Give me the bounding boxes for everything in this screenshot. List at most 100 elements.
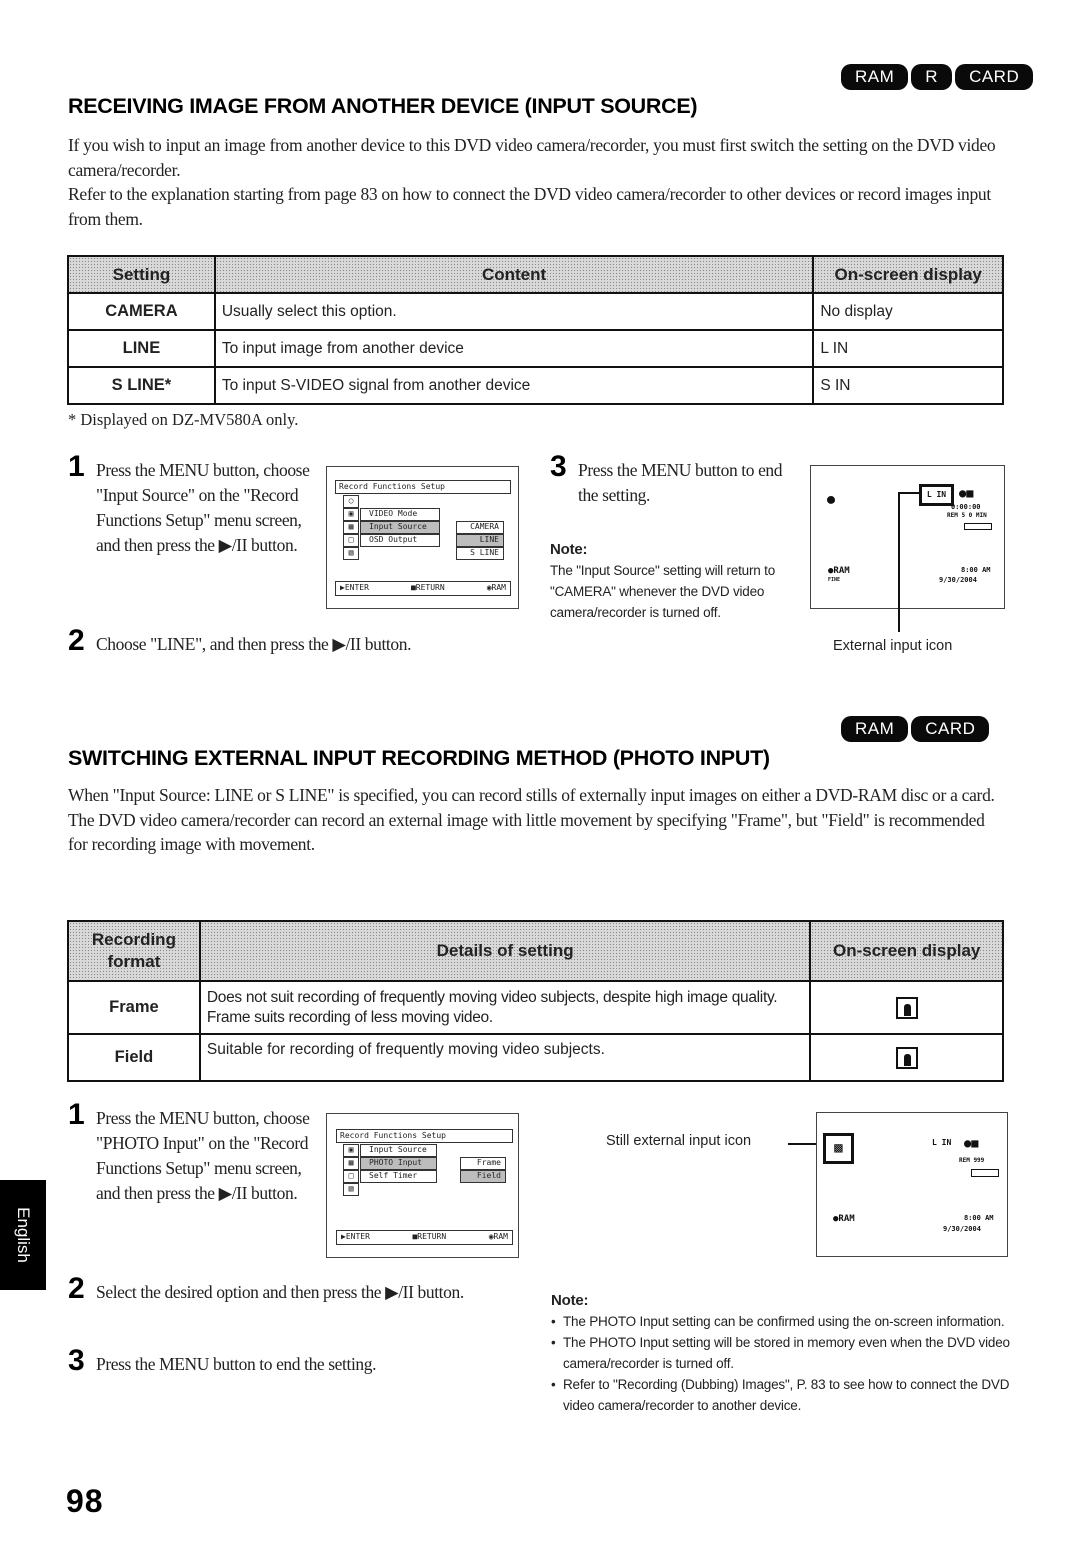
- disc-menu-icon: ▦: [343, 521, 359, 534]
- menu-item: Self Timer: [360, 1170, 437, 1183]
- badge-ram: RAM: [841, 64, 909, 90]
- display-menu-icon: □: [343, 534, 359, 547]
- menu-option: Frame: [460, 1157, 506, 1170]
- menu-footer: ▶ENTER ■RETURN ◉RAM: [335, 581, 511, 596]
- content-cell: To input S-VIDEO signal from another dev…: [213, 366, 815, 405]
- header-display: On-screen display: [809, 920, 1004, 982]
- step-text: Press the MENU button, choose "PHOTO Inp…: [96, 1108, 310, 1203]
- input-source-table: Setting Content On-screen display CAMERA…: [67, 255, 1004, 405]
- clock-date: 9/30/2004: [939, 576, 977, 584]
- counter: 0:00:00: [951, 503, 981, 511]
- header-details: Details of setting: [198, 920, 812, 982]
- return-label: ■RETURN: [410, 583, 445, 592]
- step-number: 3: [68, 1344, 85, 1377]
- return-label: ■RETURN: [412, 1232, 447, 1241]
- menu-title: Record Functions Setup: [336, 1129, 513, 1143]
- display-cell: [809, 980, 1004, 1035]
- header-setting: Setting: [67, 255, 216, 294]
- table-header-row: Recording format Details of setting On-s…: [67, 920, 1004, 982]
- disc-type: ● RAM: [828, 566, 850, 576]
- callout-line: [898, 492, 920, 494]
- battery-icon: [971, 1169, 999, 1177]
- disc-menu-icon: ▦: [343, 1157, 359, 1170]
- display-menu-icon: □: [343, 1170, 359, 1183]
- display-cell: L IN: [812, 329, 1004, 368]
- menu-footer: ▶ENTER ■RETURN ◉RAM: [336, 1230, 513, 1245]
- page-number: 98: [66, 1483, 104, 1519]
- format-cell: Field: [67, 1033, 201, 1082]
- language-label: English: [14, 1207, 33, 1263]
- callout-still-external-input: Still external input icon: [606, 1133, 752, 1149]
- setup-menu-icon: ▧: [343, 547, 359, 560]
- battery-icon: [964, 523, 992, 530]
- step-number: 3: [550, 450, 567, 483]
- clock-time: 8:00 AM: [964, 1214, 994, 1222]
- menu-item-selected: PHOTO Input: [360, 1157, 437, 1170]
- header-content: Content: [213, 255, 815, 294]
- setting-cell: S LINE*: [67, 366, 216, 405]
- format-cell: Frame: [67, 980, 201, 1035]
- menu-item-selected: Input Source: [360, 521, 440, 534]
- setting-cell: CAMERA: [67, 292, 216, 331]
- external-input-icon: L IN: [919, 484, 954, 506]
- table-row: CAMERA Usually select this option. No di…: [67, 292, 1004, 331]
- menu-screen-input-source: Record Functions Setup ○ ▣ ▦ □ ▧ VIDEO M…: [326, 466, 519, 609]
- step-text: Press the MENU button, choose "Input Sou…: [96, 460, 310, 555]
- clock-date: 9/30/2004: [943, 1225, 981, 1233]
- media-badges: RAM CARD: [841, 716, 990, 742]
- intro-paragraph: Refer to the explanation starting from p…: [68, 184, 991, 229]
- badge-ram: RAM: [841, 716, 909, 742]
- clock-time: 8:00 AM: [961, 566, 991, 574]
- menu-option: CAMERA: [456, 521, 504, 534]
- menu-item: Input Source: [360, 1144, 437, 1157]
- table-row: Frame Does not suit recording of frequen…: [67, 980, 1004, 1035]
- still-external-input-icon: ▩: [823, 1133, 854, 1164]
- step-text: Press the MENU button to end the setting…: [578, 460, 783, 505]
- content-cell: To input image from another device: [213, 329, 815, 368]
- remaining-time: REM 5 0 MIN: [947, 512, 987, 519]
- menu-title: Record Functions Setup: [335, 480, 511, 494]
- note-title: Note:: [551, 1292, 589, 1309]
- table-header-row: Setting Content On-screen display: [67, 255, 1004, 294]
- intro-text: If you wish to input an image from anoth…: [68, 133, 1008, 231]
- movie-camera-icon: ⏺: [827, 490, 836, 509]
- record-status-icon: ●■: [964, 1136, 979, 1150]
- record-menu-icon: ▣: [343, 508, 359, 521]
- details-cell: Suitable for recording of frequently mov…: [198, 1033, 812, 1082]
- disc-label: ◉RAM: [488, 1232, 508, 1241]
- display-cell: S IN: [812, 366, 1004, 405]
- display-cell: No display: [812, 292, 1004, 331]
- step-number: 2: [68, 624, 85, 657]
- table-row: Field Suitable for recording of frequent…: [67, 1033, 1004, 1082]
- step-3: 3 Press the MENU button to end the setti…: [550, 452, 805, 508]
- setup-menu-icon: ▧: [343, 1183, 359, 1196]
- step-text: Select the desired option and then press…: [96, 1282, 464, 1302]
- callout-line: [788, 1143, 818, 1145]
- section-title-photo-input: SWITCHING EXTERNAL INPUT RECORDING METHO…: [68, 746, 770, 770]
- step-number: 1: [68, 450, 85, 483]
- menu-option: S LINE: [456, 547, 504, 560]
- photo-input-text: When "Input Source: LINE or S LINE" is s…: [68, 783, 1008, 857]
- step-text: Choose "LINE", and then press the ▶/II b…: [96, 634, 412, 654]
- note-item: The PHOTO Input setting will be stored i…: [551, 1332, 1016, 1374]
- remaining-shots: REM 999: [959, 1157, 985, 1164]
- quality-mode: FINE: [828, 577, 841, 583]
- photo-input-paragraph: When "Input Source: LINE or S LINE" is s…: [68, 785, 995, 854]
- menu-item: OSD Output: [360, 534, 440, 547]
- frame-icon: [895, 996, 918, 1019]
- note-item: The PHOTO Input setting can be confirmed…: [551, 1311, 1016, 1332]
- note-photo-input: Note: The PHOTO Input setting can be con…: [551, 1290, 1016, 1416]
- content-cell: Usually select this option.: [213, 292, 815, 331]
- media-badges: RAM R CARD: [841, 64, 1034, 90]
- menu-item: VIDEO Mode: [360, 508, 440, 521]
- footnote: * Displayed on DZ-MV580A only.: [68, 410, 299, 429]
- table-row: S LINE* To input S-VIDEO signal from ano…: [67, 366, 1004, 405]
- photo-input-table: Recording format Details of setting On-s…: [67, 920, 1004, 1082]
- viewfinder-screen: ⏺ L IN ●■ 0:00:00 REM 5 0 MIN ● RAM FINE …: [810, 465, 1005, 609]
- step-3: 3 Press the MENU button to end the setti…: [68, 1346, 528, 1377]
- display-cell: [809, 1033, 1004, 1082]
- field-icon: [895, 1046, 918, 1069]
- note-list: The PHOTO Input setting can be confirmed…: [551, 1311, 1016, 1416]
- step-1: 1 Press the MENU button, choose "PHOTO I…: [68, 1100, 318, 1206]
- badge-r: R: [911, 64, 953, 90]
